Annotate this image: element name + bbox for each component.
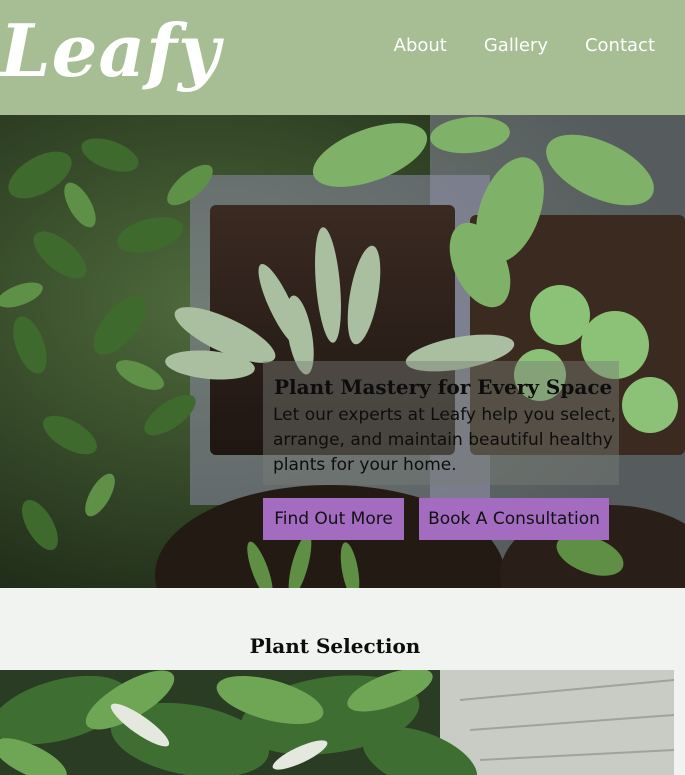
find-out-more-button[interactable]: Find Out More — [263, 498, 404, 540]
hero-title: Plant Mastery for Every Space — [274, 375, 613, 399]
plant-selection-image — [0, 670, 674, 775]
main-nav: About Gallery Contact — [357, 33, 655, 59]
nav-link-about[interactable]: About — [394, 33, 447, 59]
site-header: Leafy About Gallery Contact — [0, 0, 685, 115]
logo[interactable]: Leafy — [0, 6, 221, 96]
plant-selection-title: Plant Selection — [249, 634, 421, 658]
page: Leafy About Gallery Contact Plant Master… — [0, 0, 685, 775]
book-consultation-button[interactable]: Book A Consultation — [419, 498, 609, 540]
nav-link-gallery[interactable]: Gallery — [484, 33, 548, 59]
hero-description: Let our experts at Leafy help you select… — [273, 405, 617, 475]
hero-section: Plant Mastery for Every Space Let our ex… — [0, 115, 685, 588]
nav-link-contact[interactable]: Contact — [585, 33, 655, 59]
